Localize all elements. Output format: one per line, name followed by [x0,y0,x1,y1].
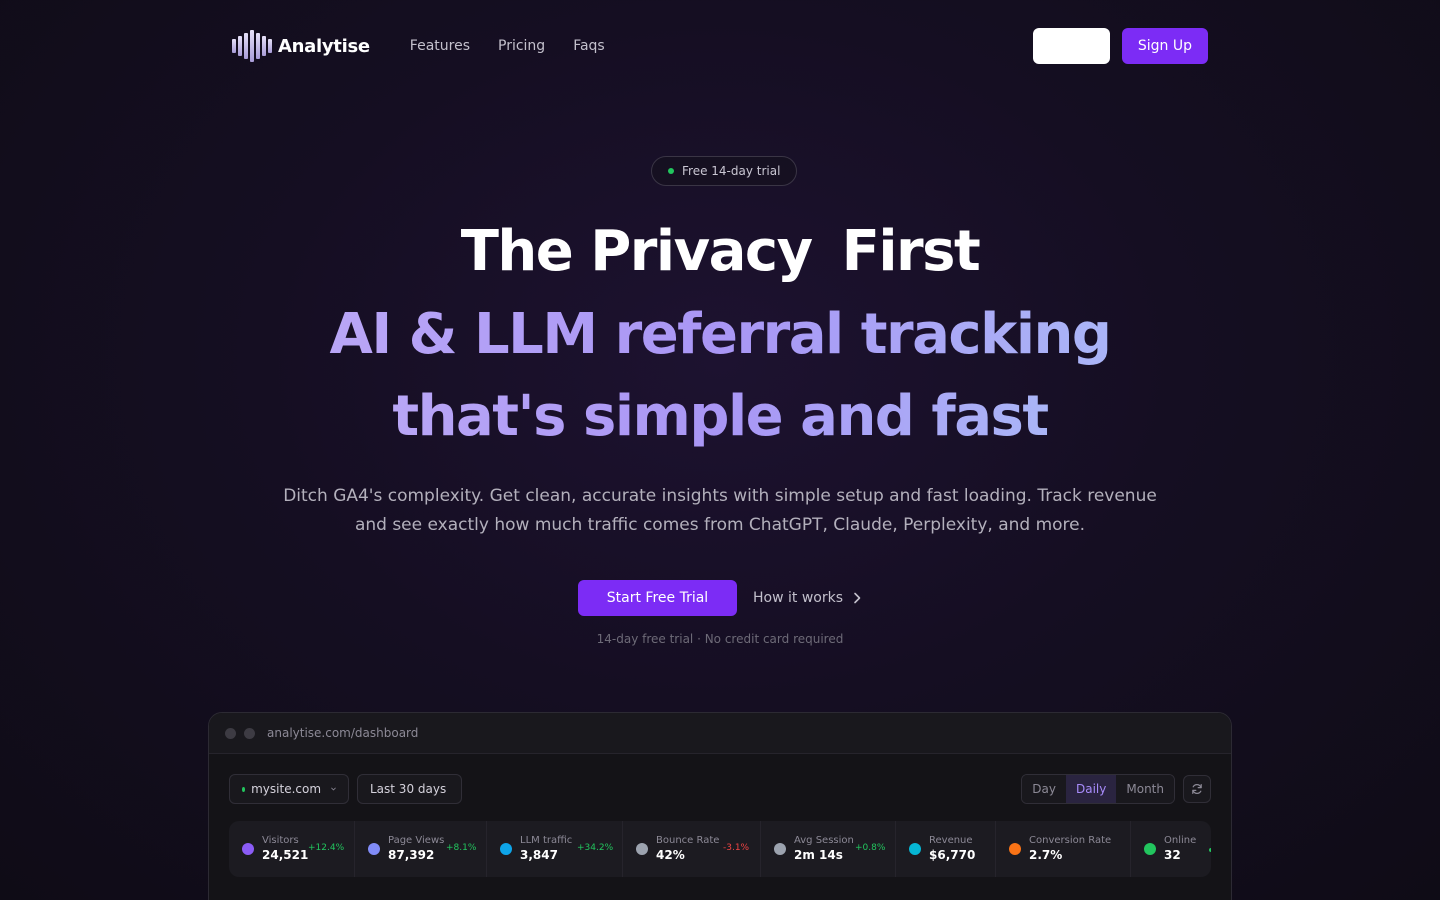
metric-dot-icon [500,843,512,855]
login-button[interactable] [1032,28,1110,64]
chevron-right-icon [854,592,861,604]
logo[interactable]: Analytise [232,30,370,62]
metric-change: -3.1% [723,843,750,853]
how-it-works-button[interactable]: How it works [753,590,861,606]
metric-change: +34.2% [577,843,614,853]
how-it-works-label: How it works [753,590,843,606]
metric-card[interactable]: Online 32 [1131,821,1211,877]
signup-button[interactable]: Sign Up [1121,28,1208,64]
metric-change: +12.4% [308,843,345,853]
metric-label: LLM traffic [520,835,573,846]
metric-card[interactable]: Avg Session 2m 14s +0.8% [761,821,896,877]
metric-dot-icon [636,843,648,855]
headline-3: that's simple and fast [392,384,1049,449]
metric-change: +0.8% [855,843,886,853]
browser-url: analytise.com/dashboard [267,726,419,740]
granularity-toggle: Day Daily Month [1021,774,1175,804]
top-nav: Analytise Features Pricing Faqs Sign Up [232,28,1208,64]
start-trial-button[interactable]: Start Free Trial [578,580,737,616]
nav-actions: Sign Up [1032,28,1208,64]
metric-label: Bounce Rate [656,835,720,846]
nav-link-features[interactable]: Features [410,38,470,54]
metric-value: 87,392 [388,848,435,862]
metric-card[interactable]: Page Views 87,392 +8.1% [355,821,487,877]
metric-value: 2.7% [1029,848,1063,862]
segment-month[interactable]: Month [1116,775,1174,803]
logo-bars-icon [232,30,272,62]
metric-label: Online [1164,835,1197,846]
metric-card[interactable]: Bounce Rate 42% -3.1% [623,821,761,877]
nav-link-faqs[interactable]: Faqs [573,38,605,54]
segment-day[interactable]: Day [1022,775,1066,803]
window-dot-icon [225,727,236,739]
metric-card[interactable]: Visitors 24,521 +12.4% [229,821,355,877]
trial-note: 14-day free trial · No credit card requi… [596,632,844,646]
metric-card[interactable]: Conversion Rate 2.7% [996,821,1131,877]
metric-label: Page Views [388,835,445,846]
trial-badge: Free 14-day trial [651,156,798,186]
nav-links: Features Pricing Faqs [410,38,605,54]
metric-value: 3,847 [520,848,558,862]
metric-value: 24,521 [262,848,309,862]
headline-line-3: that's simple and fast [0,389,1440,445]
headline-1a: The Privacy [460,219,813,284]
refresh-button[interactable] [1183,775,1211,803]
metric-label: Visitors [262,835,299,846]
metric-value: 32 [1164,848,1181,862]
chevron-down-icon [331,787,336,791]
refresh-icon [1192,784,1202,794]
metric-value: 42% [656,848,685,862]
metric-dot-icon [909,843,921,855]
metric-dot-icon [1009,843,1021,855]
metric-change: +8.1% [446,843,477,853]
metric-label: Avg Session [794,835,854,846]
site-selector[interactable]: mysite.com [229,774,349,804]
trial-badge-text: Free 14-day trial [682,164,781,178]
metric-dot-icon [368,843,380,855]
logo-text: Analytise [278,35,370,57]
date-range-label: Last 30 days [370,782,447,796]
window-dot-icon [244,727,255,739]
metric-dot-icon [242,843,254,855]
metric-value: $6,770 [929,848,976,862]
metric-label: Revenue [929,835,973,846]
site-selector-label: mysite.com [251,782,322,796]
headline-2: AI & LLM referral tracking [329,302,1112,367]
online-pulse-icon [1209,848,1211,852]
site-status-dot-icon [242,786,246,792]
metric-value: 2m 14s [794,848,843,862]
metric-dot-icon [1144,843,1156,855]
dashboard-preview: analytise.com/dashboard mysite.com Last … [208,712,1232,900]
segment-daily[interactable]: Daily [1066,775,1117,803]
dashboard-controls: mysite.com Last 30 days Day Daily Month [229,774,1211,804]
headline-line-1: The Privacy First [0,224,1440,280]
metrics-strip: Visitors 24,521 +12.4% Page Views 87,392… [229,821,1211,877]
hero-subtitle: Ditch GA4's complexity. Get clean, accur… [283,486,1157,535]
headline-1b: First [841,219,981,284]
status-dot-icon [668,168,674,174]
browser-bar: analytise.com/dashboard [209,713,1231,754]
metric-dot-icon [774,843,786,855]
cta-row: Start Free Trial How it works [578,580,861,616]
headline-line-2: AI & LLM referral tracking [0,307,1440,363]
metric-card[interactable]: LLM traffic 3,847 +34.2% [487,821,623,877]
metric-label: Conversion Rate [1029,835,1112,846]
nav-link-pricing[interactable]: Pricing [498,38,545,54]
metric-card[interactable]: Revenue $6,770 [896,821,996,877]
date-range-selector[interactable]: Last 30 days [357,774,462,804]
